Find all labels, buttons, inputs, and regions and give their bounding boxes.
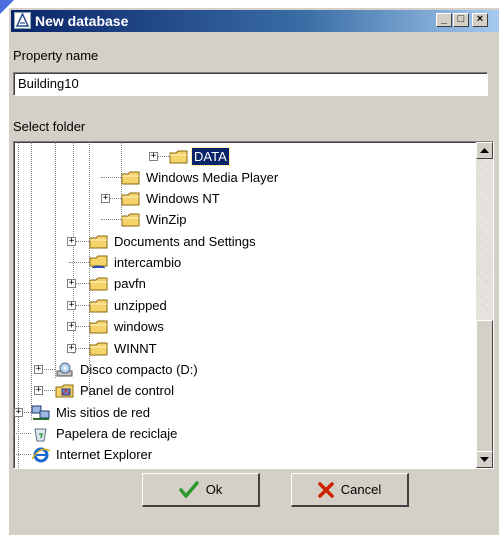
tree-item-label: Mis sitios de red bbox=[56, 405, 150, 420]
tree-item-label: Documents and Settings bbox=[114, 234, 256, 249]
title-bar[interactable]: New database _ □ × bbox=[11, 10, 499, 32]
maximize-button[interactable]: □ bbox=[453, 13, 469, 27]
tree-line bbox=[69, 262, 89, 263]
minimize-icon: _ bbox=[440, 13, 448, 25]
tree-item[interactable]: Mis sitios de red bbox=[31, 402, 152, 423]
property-name-label: Property name bbox=[13, 48, 99, 63]
cancel-x-icon bbox=[318, 481, 334, 498]
folder-icon bbox=[121, 191, 141, 207]
folder-icon bbox=[89, 234, 109, 250]
tree-item[interactable]: WINNT bbox=[89, 338, 159, 359]
folder-icon bbox=[89, 298, 109, 314]
tree-item[interactable]: WinZip bbox=[121, 209, 188, 230]
folder-icon bbox=[121, 212, 141, 228]
select-folder-label: Select folder bbox=[13, 119, 86, 134]
window-title: New database bbox=[35, 13, 129, 29]
expand-toggle-icon[interactable]: + bbox=[34, 386, 43, 395]
tree-line bbox=[55, 142, 56, 378]
tree-line bbox=[18, 142, 19, 468]
tree-item-label: intercambio bbox=[114, 255, 182, 270]
folder-icon bbox=[89, 319, 109, 335]
tree-item-label: Windows Media Player bbox=[146, 170, 279, 185]
expand-toggle-icon[interactable]: + bbox=[67, 344, 76, 353]
tree-item[interactable]: Windows Media Player bbox=[121, 167, 280, 188]
tree-item-label: WinZip bbox=[146, 212, 187, 227]
scroll-down-button[interactable] bbox=[476, 451, 493, 468]
close-icon: × bbox=[476, 13, 484, 25]
recycle-bin-icon bbox=[31, 426, 51, 442]
new-database-dialog: New database _ □ × Property name Buildin… bbox=[8, 7, 499, 535]
network-places-icon bbox=[31, 405, 51, 421]
scroll-up-button[interactable] bbox=[476, 142, 493, 159]
folder-tree-content: + DATA Windows Media Player + Windows NT WinZ… bbox=[14, 142, 477, 468]
expand-toggle-icon[interactable]: + bbox=[34, 365, 43, 374]
tree-item[interactable]: DATA bbox=[169, 146, 230, 167]
minimize-button[interactable]: _ bbox=[436, 13, 452, 27]
maximize-icon: □ bbox=[457, 13, 465, 25]
tree-item[interactable]: Disco compacto (D:) bbox=[55, 359, 200, 380]
tree-item[interactable]: pavfn bbox=[89, 273, 148, 294]
close-button[interactable]: × bbox=[472, 13, 488, 27]
folder-icon bbox=[89, 341, 109, 357]
checkmark-icon bbox=[178, 480, 199, 498]
property-name-input[interactable]: Building10 bbox=[13, 72, 488, 96]
tree-line bbox=[14, 454, 31, 455]
tree-line bbox=[101, 219, 121, 220]
tree-item-label: pavfn bbox=[114, 276, 146, 291]
folder-icon bbox=[169, 149, 189, 165]
folder-tree[interactable]: + DATA Windows Media Player + Windows NT WinZ… bbox=[13, 141, 494, 469]
tree-item-label: unzipped bbox=[114, 298, 167, 313]
tree-item[interactable]: Documents and Settings bbox=[89, 231, 258, 252]
tree-scrollbar[interactable] bbox=[476, 142, 493, 468]
cd-drive-icon bbox=[55, 362, 75, 378]
expand-toggle-icon[interactable]: + bbox=[67, 279, 76, 288]
tree-item[interactable]: Papelera de reciclaje bbox=[31, 423, 179, 444]
folder-icon bbox=[121, 170, 141, 186]
arrow-up-icon bbox=[480, 147, 489, 153]
expand-toggle-icon[interactable]: + bbox=[67, 322, 76, 331]
tree-line bbox=[101, 177, 121, 178]
scroll-thumb[interactable] bbox=[476, 320, 493, 452]
expand-toggle-icon[interactable]: + bbox=[67, 237, 76, 246]
ok-button[interactable]: Ok bbox=[142, 473, 260, 507]
tree-item-label: Internet Explorer bbox=[56, 447, 153, 462]
folder-icon bbox=[89, 276, 109, 292]
internet-explorer-icon bbox=[31, 447, 51, 463]
expand-toggle-icon[interactable]: + bbox=[14, 408, 23, 417]
tree-line bbox=[31, 142, 32, 420]
tree-item[interactable]: Windows NT bbox=[121, 188, 222, 209]
shared-folder-icon bbox=[89, 255, 109, 271]
tree-item-label: Disco compacto (D:) bbox=[80, 362, 198, 377]
tree-item[interactable]: Panel de control bbox=[55, 380, 176, 401]
expand-toggle-icon[interactable]: + bbox=[67, 301, 76, 310]
expand-toggle-icon[interactable]: + bbox=[101, 194, 110, 203]
control-panel-icon bbox=[55, 383, 75, 399]
tree-item-label: Windows NT bbox=[146, 191, 220, 206]
tree-item[interactable]: intercambio bbox=[89, 252, 183, 273]
arrow-down-icon bbox=[480, 456, 489, 462]
tree-item-label: windows bbox=[114, 319, 164, 334]
tree-item[interactable]: windows bbox=[89, 316, 166, 337]
tree-item[interactable]: unzipped bbox=[89, 295, 169, 316]
ok-label: Ok bbox=[205, 482, 223, 497]
app-icon bbox=[14, 12, 31, 29]
tree-line bbox=[14, 433, 31, 434]
tree-item-label: DATA bbox=[191, 147, 230, 166]
expand-toggle-icon[interactable]: + bbox=[149, 152, 158, 161]
tree-item-label: Papelera de reciclaje bbox=[56, 426, 178, 441]
cancel-label: Cancel bbox=[340, 482, 382, 497]
tree-item-label: Panel de control bbox=[80, 383, 174, 398]
cancel-button[interactable]: Cancel bbox=[291, 473, 409, 507]
tree-item-label: WINNT bbox=[114, 341, 157, 356]
tree-item[interactable]: Internet Explorer bbox=[31, 444, 154, 465]
